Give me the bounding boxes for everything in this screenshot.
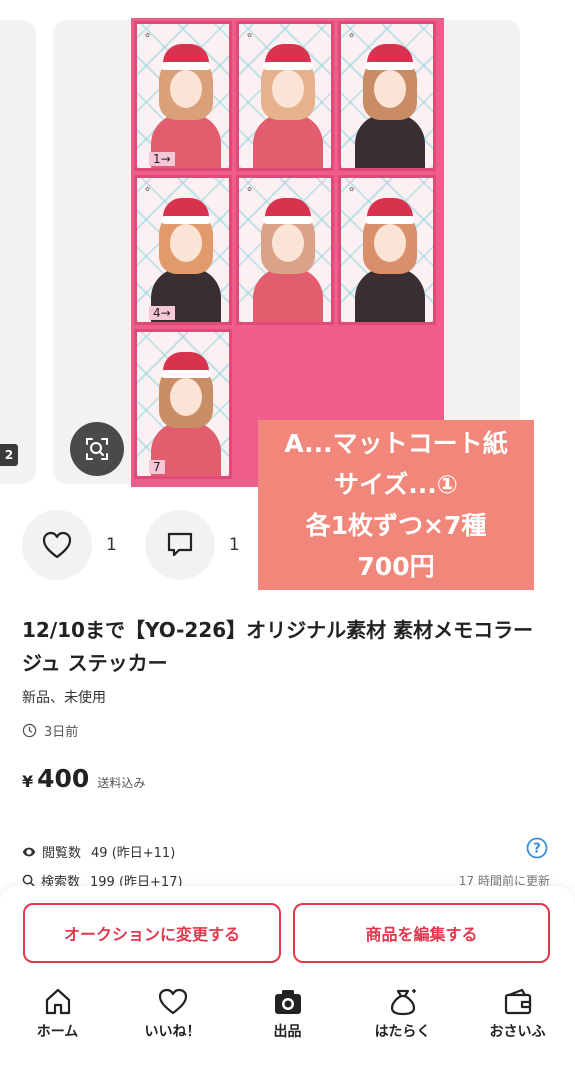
change-to-auction-button[interactable]: オークションに変更する	[23, 903, 281, 963]
card-label: 4→	[149, 306, 175, 320]
image-search-button[interactable]	[70, 422, 124, 476]
item-title: 12/10まで【YO-226】オリジナル素材 素材メモコラージュ ステッカー	[22, 618, 534, 675]
tab-bar: ホーム いいね！ 出品 はたらく おさいふ	[0, 986, 575, 1056]
bottom-panel: オークションに変更する 商品を編集する ホーム いいね！ 出品 はたらく おさい…	[0, 886, 575, 1080]
sticker-card: 7	[134, 329, 232, 479]
edit-item-button[interactable]: 商品を編集する	[293, 903, 550, 963]
view-count-value: 49 (昨日+11)	[91, 846, 176, 861]
overlay-line: サイズ...①	[334, 470, 458, 499]
tab-sell[interactable]: 出品	[230, 986, 345, 1056]
overlay-line: A...マットコート紙	[284, 429, 508, 458]
svg-text:?: ?	[533, 842, 541, 857]
tab-work-label: はたらく	[374, 1024, 431, 1040]
engagement-row: 1 1	[22, 510, 268, 580]
sticker-card: ✿	[236, 175, 334, 325]
sticker-card: ✿	[338, 175, 436, 325]
previous-slide[interactable]	[0, 20, 36, 484]
sticker-sheet-image: ✿ 1→ ✿ ✿ ✿ 4→ ✿ ✿ 7	[131, 18, 444, 487]
help-icon[interactable]: ?	[526, 837, 548, 859]
tab-home-label: ホーム	[36, 1024, 79, 1040]
slide-index-badge: 2	[0, 444, 18, 466]
image-carousel[interactable]: 2 ✿ 1→ ✿ ✿ ✿ 4→ ✿ ✿ 7 A...マットコート紙 サイズ...…	[0, 0, 575, 590]
comment-button[interactable]	[144, 510, 215, 580]
posted-time-text: 3日前	[44, 725, 79, 740]
tab-likes[interactable]: いいね！	[115, 986, 230, 1056]
comment-icon	[167, 532, 192, 557]
sticker-card: ✿	[338, 21, 436, 171]
home-icon	[45, 988, 70, 1015]
price-amount: 400	[37, 764, 90, 793]
tab-work[interactable]: はたらく	[345, 986, 460, 1056]
sticker-card: ✿ 1→	[134, 21, 232, 171]
tab-wallet[interactable]: おさいふ	[460, 986, 575, 1056]
heart-icon	[158, 988, 187, 1015]
item-price: ¥ 400 送料込み	[22, 764, 145, 793]
like-count: 1	[106, 535, 117, 555]
sticker-card: ✿	[236, 21, 334, 171]
item-condition: 新品、未使用	[22, 690, 106, 706]
like-button[interactable]	[22, 510, 92, 580]
product-info-overlay: A...マットコート紙 サイズ...① 各1枚ずつ×7種 700円	[258, 420, 534, 590]
money-bag-icon	[390, 989, 416, 1016]
overlay-line: 各1枚ずつ×7種	[305, 511, 487, 540]
tab-sell-label: 出品	[273, 1024, 302, 1040]
posted-time: 3日前	[22, 721, 78, 740]
comment-count: 1	[228, 535, 240, 555]
currency-symbol: ¥	[22, 772, 34, 791]
tab-likes-label: いいね！	[144, 1024, 201, 1040]
camera-icon	[274, 990, 301, 1014]
tab-home[interactable]: ホーム	[0, 986, 115, 1056]
card-label: 1→	[149, 152, 175, 166]
view-count-label: 閲覧数	[42, 846, 82, 861]
tab-wallet-label: おさいふ	[489, 1024, 546, 1040]
sticker-card: ✿ 4→	[134, 175, 232, 325]
heart-icon	[42, 531, 72, 559]
card-label: 7	[149, 460, 165, 474]
view-count-stat: 閲覧数 49 (昨日+11)	[22, 842, 175, 861]
shipping-info: 送料込み	[97, 776, 146, 790]
scan-icon	[86, 438, 108, 460]
eye-icon	[22, 847, 36, 856]
overlay-line: 700円	[357, 552, 435, 581]
clock-icon	[22, 723, 37, 738]
wallet-icon	[504, 988, 531, 1015]
